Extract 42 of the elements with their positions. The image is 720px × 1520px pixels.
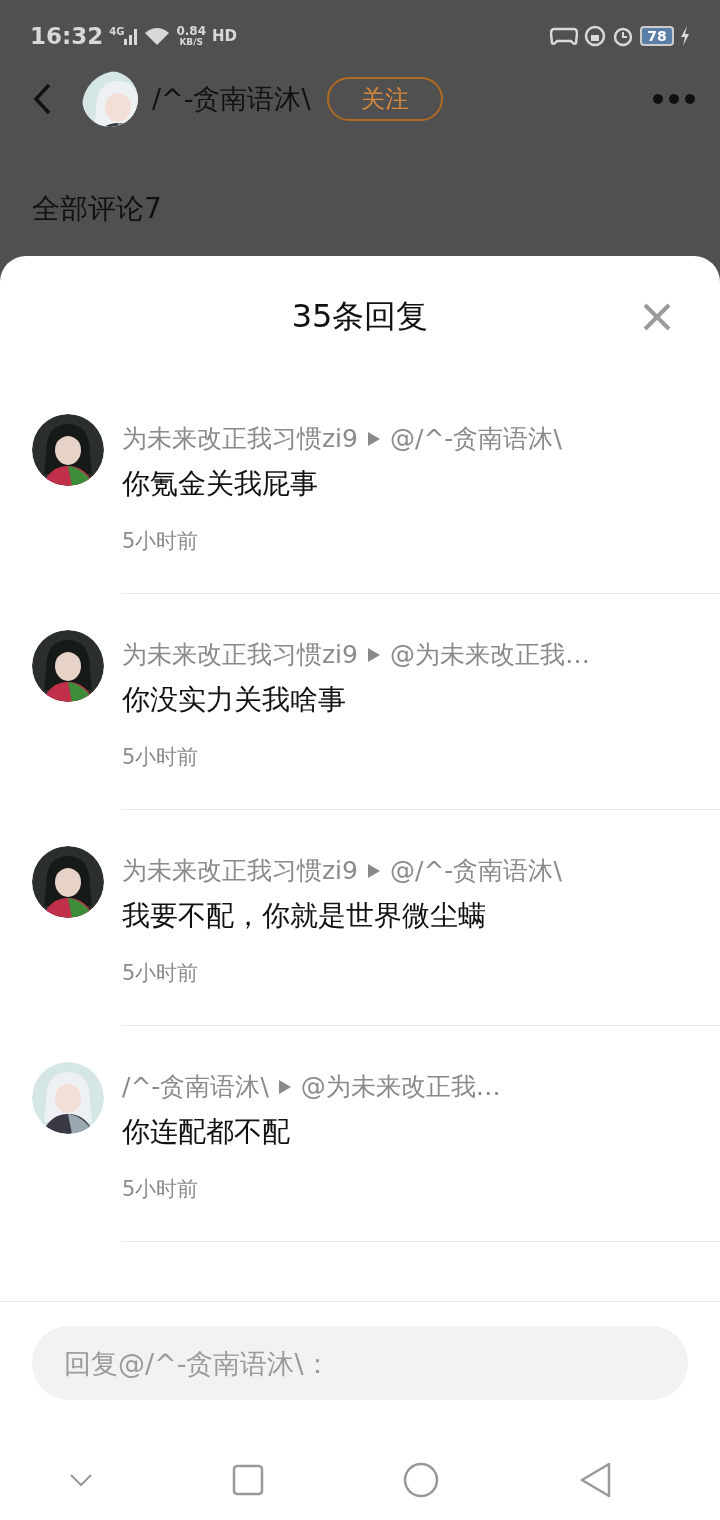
wifi-icon bbox=[144, 26, 171, 46]
triangle-icon bbox=[368, 863, 380, 878]
alarm-icon bbox=[612, 25, 634, 47]
battery-level: 78 bbox=[640, 26, 674, 46]
triangle-icon bbox=[278, 1079, 291, 1094]
reply-time: 5小时前 bbox=[122, 1176, 200, 1203]
reply-text: 你氪金关我屁事 bbox=[122, 466, 319, 502]
comments-heading: 全部评论7 bbox=[32, 191, 163, 227]
back-icon[interactable] bbox=[32, 82, 52, 116]
triangle-icon bbox=[368, 431, 380, 446]
reply-target[interactable]: @/^-贪南语沐\ bbox=[390, 422, 562, 455]
reply-time: 5小时前 bbox=[122, 528, 200, 555]
reply-input[interactable]: 回复@/^-贪南语沐\： bbox=[32, 1326, 688, 1400]
more-icon[interactable] bbox=[652, 93, 696, 105]
speed-unit: KB/S bbox=[178, 37, 204, 47]
reply-time: 5小时前 bbox=[122, 960, 200, 987]
follow-button[interactable]: 关注 bbox=[326, 77, 443, 121]
reply-target[interactable]: @为未来改正我… bbox=[300, 1070, 501, 1103]
chevron-down-icon[interactable] bbox=[69, 1473, 94, 1487]
network-type: 4G bbox=[109, 27, 125, 37]
username: /^-贪南语沐\ bbox=[152, 82, 311, 116]
author-name[interactable]: 为未来改正我习惯zi9 bbox=[122, 638, 358, 671]
close-icon[interactable] bbox=[642, 302, 672, 332]
reply-time: 5小时前 bbox=[122, 744, 200, 771]
hd-label: HD bbox=[212, 27, 237, 45]
back-nav-icon[interactable] bbox=[578, 1462, 611, 1498]
reply-target[interactable]: @为未来改正我… bbox=[390, 638, 590, 671]
author-name[interactable]: /^-贪南语沐\ bbox=[122, 1070, 269, 1103]
sheet-title: 35条回复 bbox=[291, 296, 429, 337]
signal-icon bbox=[124, 27, 139, 45]
triangle-icon bbox=[368, 647, 380, 662]
clock-time: 16:32 bbox=[30, 23, 104, 49]
reply-text: 你没实力关我啥事 bbox=[122, 682, 347, 718]
network-speed: 0.84 bbox=[176, 25, 206, 37]
reply-text: 我要不配，你就是世界微尘螨 bbox=[122, 898, 487, 934]
recent-apps-icon[interactable] bbox=[231, 1464, 264, 1496]
author-name[interactable]: 为未来改正我习惯zi9 bbox=[122, 854, 358, 887]
home-icon[interactable] bbox=[402, 1461, 441, 1499]
reply-text: 你连配都不配 bbox=[122, 1114, 291, 1150]
author-name[interactable]: 为未来改正我习惯zi9 bbox=[122, 422, 358, 455]
reply-target[interactable]: @/^-贪南语沐\ bbox=[390, 854, 562, 887]
charging-icon bbox=[680, 26, 690, 46]
